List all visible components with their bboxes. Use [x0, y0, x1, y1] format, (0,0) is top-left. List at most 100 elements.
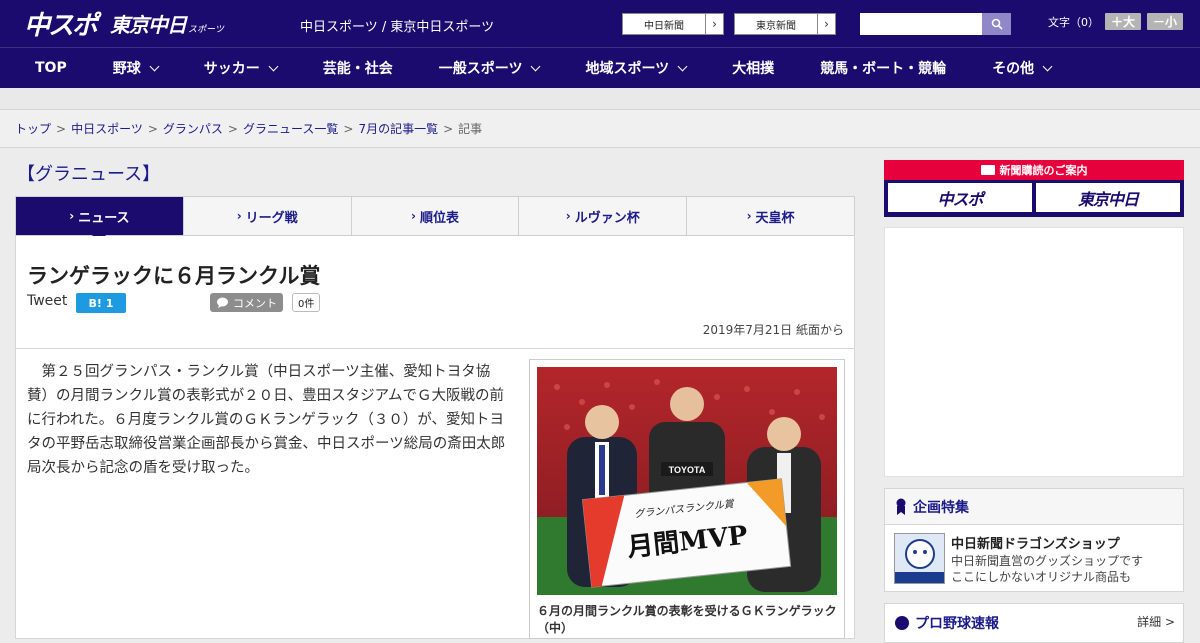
- font-larger-button[interactable]: ＋大: [1105, 13, 1142, 30]
- nav-item-entertainment[interactable]: 芸能・社会: [323, 58, 393, 78]
- tab-emperors-cup[interactable]: › 天皇杯: [687, 197, 854, 235]
- tab-label: 天皇杯: [755, 210, 795, 226]
- chevron-right-icon: ›: [817, 14, 835, 34]
- ad-strip: [0, 88, 1200, 110]
- font-size-label: 文字（0）: [1048, 15, 1099, 29]
- nav-item-local-sports[interactable]: 地域スポーツ: [585, 58, 688, 78]
- nav-item-baseball[interactable]: 野球: [112, 58, 160, 78]
- logo-tokyo-chunichi: 東京中日: [110, 12, 187, 37]
- search-icon: [991, 18, 1003, 30]
- chevron-right-icon: ›: [236, 209, 242, 223]
- breadcrumb-current: 記事: [458, 122, 483, 136]
- tokyo-shimbun-label: 東京新聞: [756, 20, 796, 32]
- tab-standings[interactable]: › 順位表: [352, 197, 520, 235]
- breadcrumb: トップ > 中日スポーツ > グランパス > グラニュース一覧 > 7月の記事一覧 > 記…: [0, 110, 1200, 148]
- feature-desc-line: 中日新聞直営のグッズショップです: [951, 554, 1144, 568]
- award-ceremony-image: TOYOTA グランパスランクル賞 月間MVP: [537, 367, 837, 595]
- logo-sports: スポーツ: [188, 24, 224, 35]
- article-photo-figure: TOYOTA グランパスランクル賞 月間MVP ６月の月間ランクル賞の表彰を受け…: [529, 359, 845, 639]
- speech-bubble-icon: [217, 297, 228, 308]
- chevron-down-icon: [1042, 61, 1053, 71]
- breadcrumb-separator: >: [443, 121, 454, 136]
- tweet-button[interactable]: Tweet: [27, 293, 67, 309]
- site-logo[interactable]: 中スポ 東京中日 スポーツ: [24, 7, 224, 41]
- nav-label: 地域スポーツ: [585, 61, 670, 77]
- feature-box: 企画特集 中日新聞ドラゴンズショップ 中日新聞直営のグッズショップです ここにし…: [884, 488, 1184, 592]
- chevron-down-icon: [531, 61, 541, 71]
- nav-label: サッカー: [203, 61, 260, 77]
- search-box: [860, 13, 1011, 35]
- breadcrumb-link[interactable]: グラニュース一覧: [243, 120, 338, 137]
- search-input[interactable]: [860, 13, 982, 35]
- font-size-control: 文字（0） ＋大 －小: [1048, 13, 1184, 30]
- font-smaller-button[interactable]: －小: [1147, 13, 1184, 30]
- subscription-logos: 中スポ 東京中日: [884, 180, 1184, 215]
- tab-levain-cup[interactable]: › ルヴァン杯: [519, 197, 688, 235]
- nav-label: TOP: [35, 60, 67, 76]
- nav-item-racing[interactable]: 競馬・ボート・競輪: [820, 58, 946, 78]
- tab-news[interactable]: › ニュース: [16, 197, 184, 242]
- nav-label: 野球: [112, 61, 141, 77]
- main-column: 【グラニュース】 › ニュース › リーグ戦 › 順位表 › ルヴァン杯 › 天皇杯 ラン…: [15, 150, 855, 639]
- nav-item-soccer[interactable]: サッカー: [203, 58, 279, 78]
- hatena-bookmark-button[interactable]: B! 1: [76, 293, 126, 313]
- chevron-right-icon: ›: [565, 209, 571, 223]
- subscribe-chuspo[interactable]: 中スポ: [888, 183, 1032, 212]
- svg-text:TOYOTA: TOYOTA: [669, 465, 706, 475]
- feature-desc-line: ここにしかないオリジナル商品も: [951, 570, 1132, 584]
- dragons-shop-thumbnail: [894, 533, 945, 584]
- comment-button[interactable]: コメント: [210, 293, 283, 312]
- article-title: ランゲラックに６月ランクル賞: [27, 264, 321, 288]
- breadcrumb-link[interactable]: 中日スポーツ: [71, 120, 143, 137]
- feature-title: 企画特集: [913, 499, 969, 516]
- nav-label: 芸能・社会: [322, 61, 393, 77]
- article-photo[interactable]: TOYOTA グランパスランクル賞 月間MVP: [537, 367, 837, 595]
- chunichi-shimbun-label: 中日新聞: [644, 20, 684, 32]
- comment-label: コメント: [233, 296, 277, 310]
- subscription-strip: 新聞購読のご案内: [884, 160, 1184, 180]
- breadcrumb-separator: >: [147, 121, 158, 136]
- ribbon-icon: [896, 498, 906, 515]
- feature-item[interactable]: 中日新聞ドラゴンズショップ 中日新聞直営のグッズショップです ここにしかないオリ…: [885, 525, 1183, 591]
- nav-item-sumo[interactable]: 大相撲: [732, 58, 774, 78]
- nav-label: 大相撲: [732, 61, 775, 77]
- chevron-right-icon: ›: [411, 209, 416, 223]
- baseball-icon: [895, 616, 909, 630]
- subscription-banner[interactable]: 新聞購読のご案内 中スポ 東京中日: [884, 160, 1184, 217]
- nav-item-top[interactable]: TOP: [35, 60, 67, 76]
- chevron-down-icon: [149, 61, 160, 71]
- nav-item-other[interactable]: その他: [992, 58, 1053, 78]
- newspaper-icon: [980, 165, 995, 175]
- chevron-down-icon: [677, 61, 688, 71]
- breadcrumb-separator: >: [227, 121, 238, 136]
- breadcrumb-link[interactable]: 7月の記事一覧: [358, 120, 438, 137]
- breadcrumb-link[interactable]: トップ: [15, 120, 51, 137]
- baseball-detail-link[interactable]: 詳細 >: [1137, 613, 1175, 630]
- search-button[interactable]: [982, 13, 1011, 35]
- article-body: 第２５回グランパス・ランクル賞（中日スポーツ主催、愛知トヨタ協賛）の月間ランクル…: [15, 349, 855, 639]
- nav-label: その他: [992, 61, 1035, 77]
- feature-header: 企画特集: [885, 489, 1183, 525]
- subscribe-tokyo-chunichi[interactable]: 東京中日: [1036, 183, 1180, 212]
- tab-league[interactable]: › リーグ戦: [184, 197, 352, 235]
- chevron-right-icon: ›: [69, 209, 75, 223]
- section-title: 【グラニュース】: [17, 164, 161, 185]
- breadcrumb-separator: >: [343, 121, 354, 136]
- photo-caption: ６月の月間ランクル賞の表彰を受けるＧＫランゲラック（中）: [537, 604, 837, 635]
- baseball-title: プロ野球速報: [895, 613, 999, 633]
- sidebar-ad: [884, 227, 1184, 477]
- breadcrumb-separator: >: [56, 121, 67, 136]
- chevron-right-icon: ›: [705, 14, 723, 34]
- tab-label: 順位表: [419, 210, 459, 226]
- site-header: 中スポ 東京中日 スポーツ 中日スポーツ / 東京中日スポーツ 中日新聞 › 東…: [0, 0, 1200, 47]
- tokyo-shimbun-link[interactable]: 東京新聞 ›: [734, 13, 836, 35]
- main-nav: TOP 野球 サッカー 芸能・社会 一般スポーツ 地域スポーツ 大相撲 競馬・ボ…: [0, 47, 1200, 88]
- article-header: ランゲラックに６月ランクル賞 Tweet B! 1 コメント 0件 2019年7…: [15, 236, 855, 349]
- nav-label: 一般スポーツ: [438, 61, 523, 77]
- breadcrumb-link[interactable]: グランパス: [163, 120, 223, 137]
- tab-label: ニュース: [78, 210, 130, 226]
- nav-item-general-sports[interactable]: 一般スポーツ: [438, 58, 541, 78]
- chunichi-shimbun-link[interactable]: 中日新聞 ›: [622, 13, 724, 35]
- feature-item-description: 中日新聞直営のグッズショップです ここにしかないオリジナル商品も: [951, 553, 1143, 585]
- comment-count: 0件: [292, 293, 321, 312]
